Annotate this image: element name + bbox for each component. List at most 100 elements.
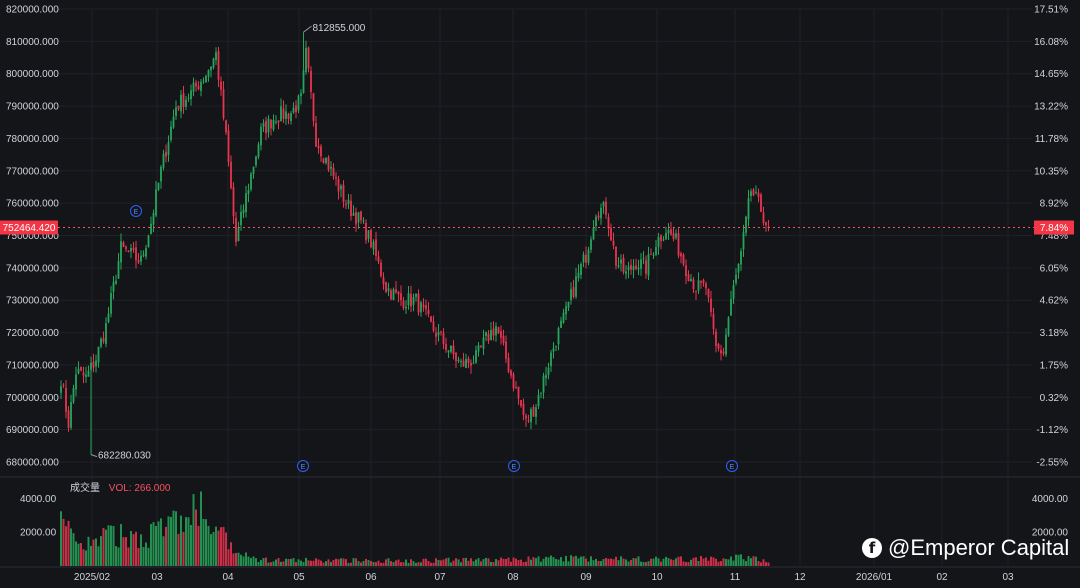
volume-bar — [557, 559, 560, 566]
volume-bar — [127, 547, 130, 566]
candle-body — [747, 198, 750, 220]
candle-body — [712, 314, 715, 330]
percent-tick-label: 4.62% — [1040, 296, 1068, 307]
volume-bar — [492, 562, 495, 566]
volume-bar — [312, 560, 315, 566]
volume-bar — [497, 560, 500, 566]
volume-bar — [97, 546, 100, 566]
candle-body — [162, 153, 165, 168]
candle-body — [475, 350, 477, 363]
volume-bar — [102, 527, 105, 566]
candle-body — [300, 93, 302, 97]
candle-body — [362, 220, 365, 222]
candle-body — [132, 247, 135, 250]
volume-bar — [372, 562, 375, 566]
candle-body — [200, 81, 202, 91]
volume-bar — [735, 554, 737, 566]
volume-bar — [422, 558, 425, 566]
volume-bar — [512, 557, 515, 566]
volume-bar — [355, 558, 357, 566]
volume-bar — [240, 554, 242, 566]
candle-body — [435, 332, 437, 337]
volume-bar — [560, 557, 562, 566]
candle-body — [557, 327, 560, 345]
candle-body — [290, 113, 292, 122]
volume-bar — [290, 558, 292, 566]
volume-bar — [217, 530, 220, 566]
candle-body — [337, 178, 340, 192]
volume-bar — [730, 556, 732, 566]
volume-bar — [297, 559, 300, 566]
candle-body — [695, 290, 697, 292]
candle-body — [517, 386, 520, 399]
candle-body — [322, 158, 325, 163]
candle-body — [150, 223, 152, 235]
candle-body — [510, 370, 512, 376]
volume-bar — [360, 562, 362, 566]
volume-bar — [640, 561, 642, 566]
candle-body — [202, 80, 205, 82]
candle-body — [585, 254, 587, 263]
candle-body — [745, 216, 747, 233]
volume-bar — [112, 526, 115, 566]
candle-body — [215, 52, 217, 61]
candle-body — [665, 232, 667, 240]
volume-bar — [630, 559, 632, 566]
volume-bar — [367, 560, 370, 566]
volume-bar — [765, 562, 767, 566]
candle-body — [612, 240, 615, 246]
price-tick-label: 770000.000 — [6, 166, 59, 177]
candle-body — [577, 272, 580, 279]
volume-bar — [740, 554, 742, 566]
volume-bar — [280, 561, 282, 566]
candle-body — [567, 302, 570, 308]
volume-bar — [445, 558, 447, 566]
candle-body — [285, 111, 287, 119]
volume-bar — [722, 558, 725, 566]
candle-body — [672, 232, 675, 240]
volume-bar — [345, 559, 347, 566]
volume-bar — [420, 562, 422, 566]
volume-bar — [152, 522, 155, 566]
candle-body — [755, 192, 757, 194]
candle-body — [700, 280, 702, 283]
candle-body — [697, 280, 700, 291]
volume-bar — [427, 560, 430, 566]
candle-body — [107, 313, 110, 323]
volume-bar — [580, 556, 582, 566]
volume-bar — [655, 556, 657, 566]
percent-tick-label: 16.08% — [1034, 37, 1068, 48]
candle-body — [572, 286, 575, 297]
volume-bar — [720, 561, 722, 566]
volume-bar — [425, 558, 427, 566]
candle-body — [292, 107, 295, 113]
candle-body — [92, 361, 95, 368]
volume-bar — [275, 559, 277, 566]
time-tick-label: 03 — [1002, 572, 1014, 583]
volume-bar — [715, 558, 717, 566]
volume-bar — [417, 562, 420, 566]
volume-bar — [272, 561, 275, 566]
volume-bar — [527, 556, 530, 566]
volume-bar — [545, 556, 547, 566]
candle-body — [330, 166, 332, 169]
volume-bar — [210, 534, 212, 566]
volume-bar — [592, 560, 595, 566]
volume-bar — [377, 560, 380, 566]
volume-bar — [620, 556, 622, 566]
candle-body — [377, 256, 380, 262]
volume-bar — [292, 558, 295, 566]
candle-body — [352, 213, 355, 216]
volume-bar — [410, 559, 412, 566]
volume-bar — [475, 559, 477, 566]
candle-body — [490, 330, 492, 341]
candle-body — [532, 406, 535, 417]
candle-body — [432, 321, 435, 331]
volume-bar — [760, 562, 762, 566]
candle-body — [247, 190, 250, 195]
candle-body — [480, 346, 482, 348]
volume-bar — [265, 557, 267, 566]
candle-body — [135, 247, 137, 261]
volume-value: VOL: 266.000 — [108, 483, 171, 494]
volume-bar — [582, 556, 585, 566]
